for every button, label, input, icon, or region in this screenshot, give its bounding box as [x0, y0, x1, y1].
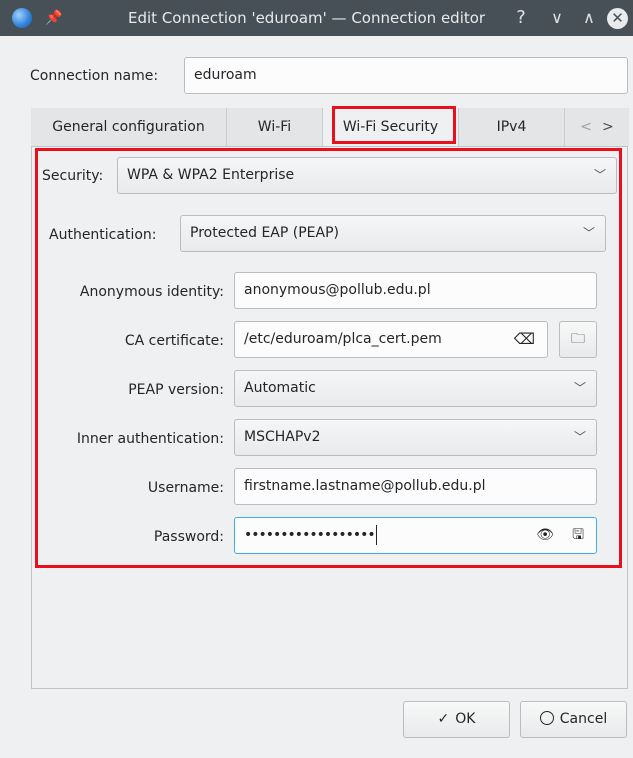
tab-scroll-buttons: < > [565, 108, 629, 146]
security-form-highlight-box [35, 148, 622, 568]
tab-ipv4[interactable]: IPv4 [459, 108, 565, 146]
title-bar: 📌 Edit Connection 'eduroam' — Connection… [0, 0, 633, 36]
cancel-button[interactable]: Cancel [520, 701, 627, 738]
tab-scroll-left-icon[interactable]: < [580, 119, 592, 135]
pin-icon[interactable]: 📌 [42, 0, 66, 36]
tab-general-configuration[interactable]: General configuration [31, 108, 227, 146]
help-icon[interactable]: ? [510, 0, 532, 36]
minimize-icon[interactable]: ∨ [546, 0, 568, 36]
tab-highlight-box [332, 106, 456, 144]
tab-label: IPv4 [496, 119, 527, 135]
tab-label: General configuration [52, 119, 205, 135]
close-icon[interactable]: ✕ [607, 8, 628, 29]
ok-button[interactable]: ✓ OK [403, 701, 510, 738]
connection-name-label: Connection name: [30, 68, 159, 84]
connection-name-input[interactable]: eduroam [184, 57, 628, 94]
tab-label: Wi-Fi [257, 119, 292, 135]
window-title: Edit Connection 'eduroam' — Connection e… [128, 9, 486, 27]
tab-scroll-right-icon[interactable]: > [602, 119, 614, 135]
cancel-label: Cancel [559, 711, 608, 727]
tab-wifi[interactable]: Wi-Fi [227, 108, 323, 146]
maximize-icon[interactable]: ∧ [578, 0, 600, 36]
connection-name-value: eduroam [194, 67, 257, 83]
ok-label: OK [455, 711, 476, 727]
app-globe-icon [12, 8, 32, 28]
check-icon: ✓ [437, 711, 450, 727]
cancel-circle-icon [539, 711, 554, 725]
tab-bar: General configuration Wi-Fi Wi-Fi Securi… [31, 108, 629, 146]
